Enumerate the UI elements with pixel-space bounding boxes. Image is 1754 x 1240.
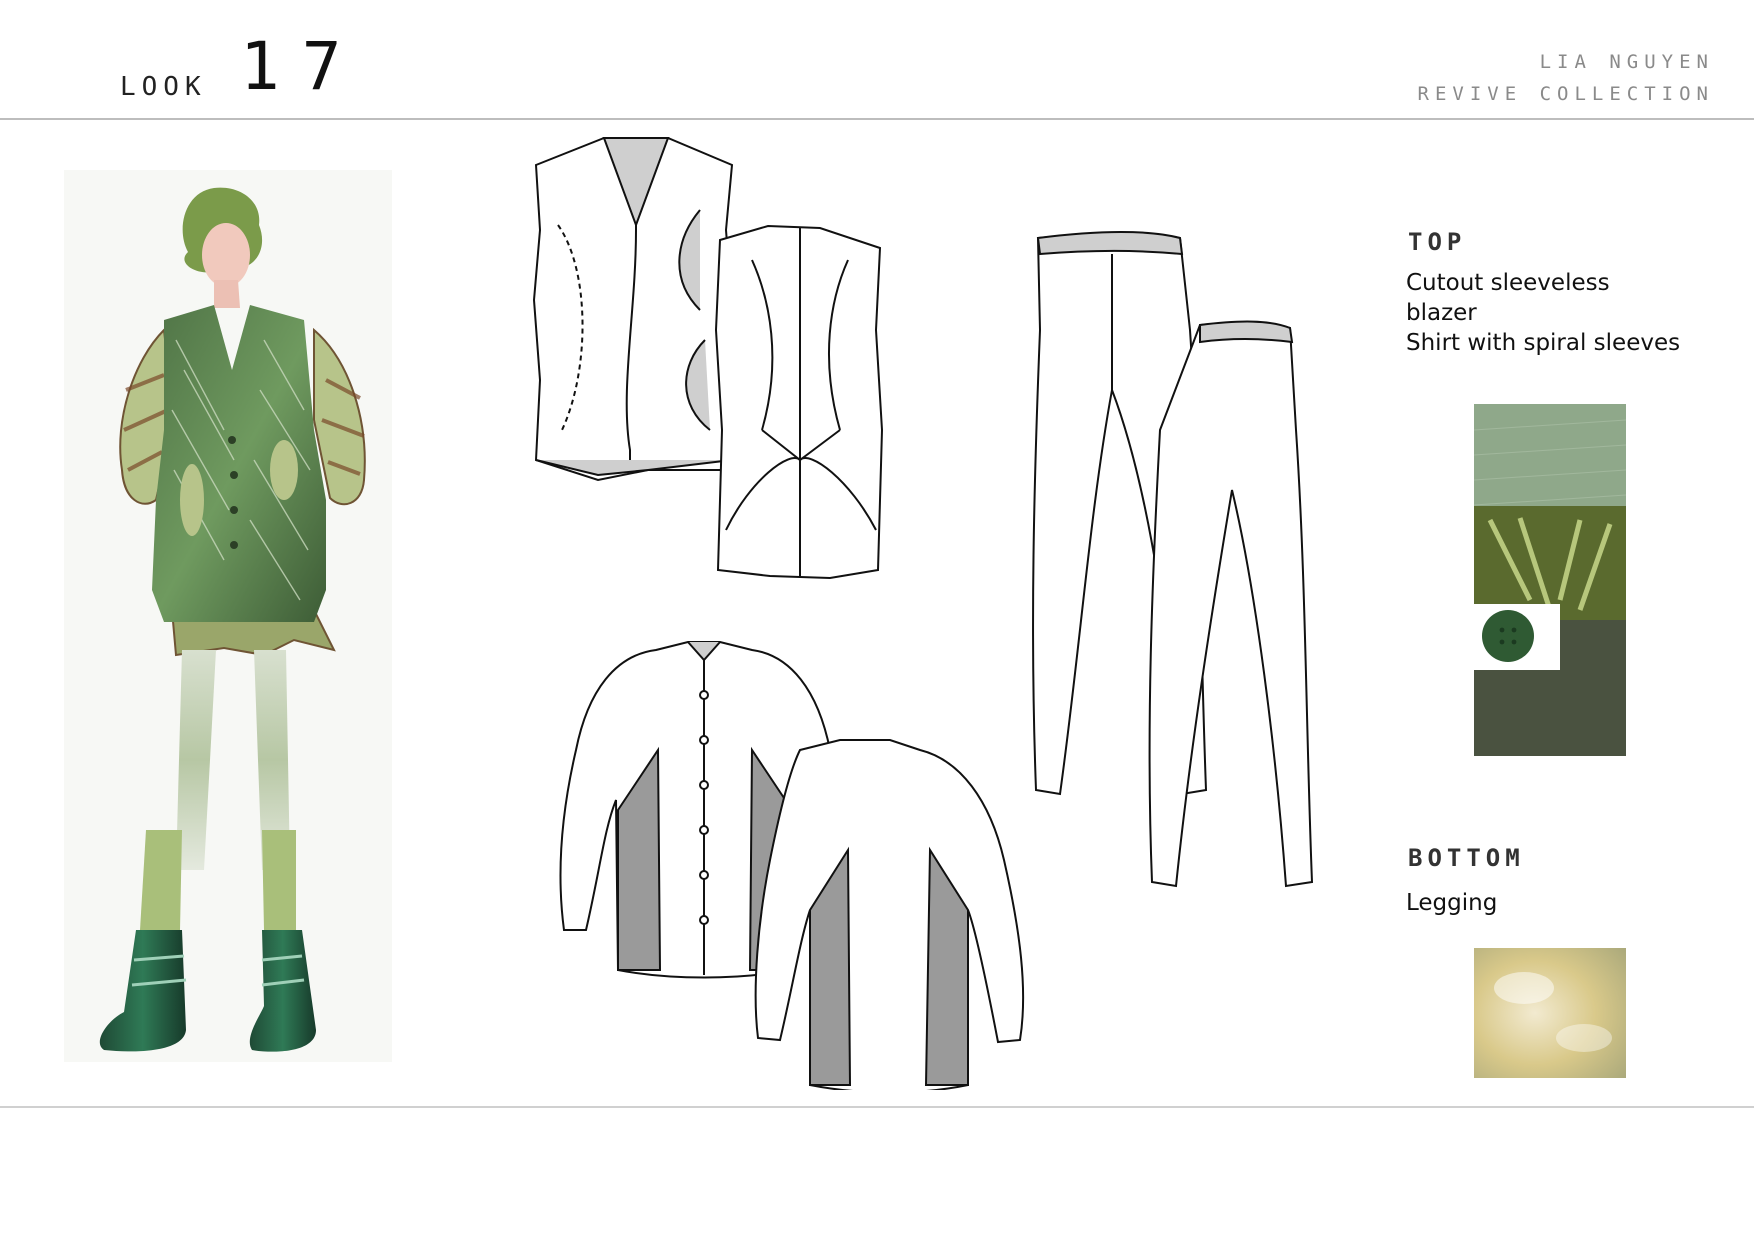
top-heading: TOP (1408, 228, 1467, 256)
top-fabric-swatches (1470, 404, 1627, 756)
top-divider (0, 118, 1754, 120)
vest-back-flat (714, 224, 884, 580)
top-line-3: Shirt with spiral sleeves (1406, 330, 1681, 356)
sock-right (262, 830, 296, 930)
collection-name: REVIVE COLLECTION (1417, 83, 1714, 105)
vest-cutout-left (180, 464, 204, 536)
vest-cutout-right (270, 440, 298, 500)
vest-front-flat (532, 137, 734, 482)
sock-left (140, 830, 182, 930)
neck (214, 280, 240, 308)
top-line-2: blazer (1406, 300, 1477, 326)
bottom-fabric-swatch (1474, 948, 1626, 1078)
top-description: Cutout sleeveless blazer Shirt with spir… (1406, 268, 1680, 358)
look-number: 17 (240, 28, 364, 105)
technical-flats (532, 137, 1314, 1090)
look-label: LOOK (120, 72, 207, 102)
sage-twill-swatch (1474, 404, 1626, 510)
bottom-heading: BOTTOM (1408, 844, 1525, 872)
vest (152, 305, 326, 622)
face (202, 223, 250, 287)
bottom-divider (0, 1106, 1754, 1108)
legging-back-flat (1148, 320, 1314, 888)
designer-block: LIA NGUYEN REVIVE COLLECTION (1418, 46, 1714, 110)
bottom-line-1: Legging (1406, 890, 1498, 916)
bottom-description: Legging (1406, 888, 1497, 918)
designer-name: LIA NGUYEN (1539, 51, 1714, 73)
button-swatch (1482, 610, 1534, 662)
fashion-illustration (64, 170, 392, 1062)
top-line-1: Cutout sleeveless (1406, 270, 1610, 296)
shirt-back-flat (754, 739, 1025, 1090)
